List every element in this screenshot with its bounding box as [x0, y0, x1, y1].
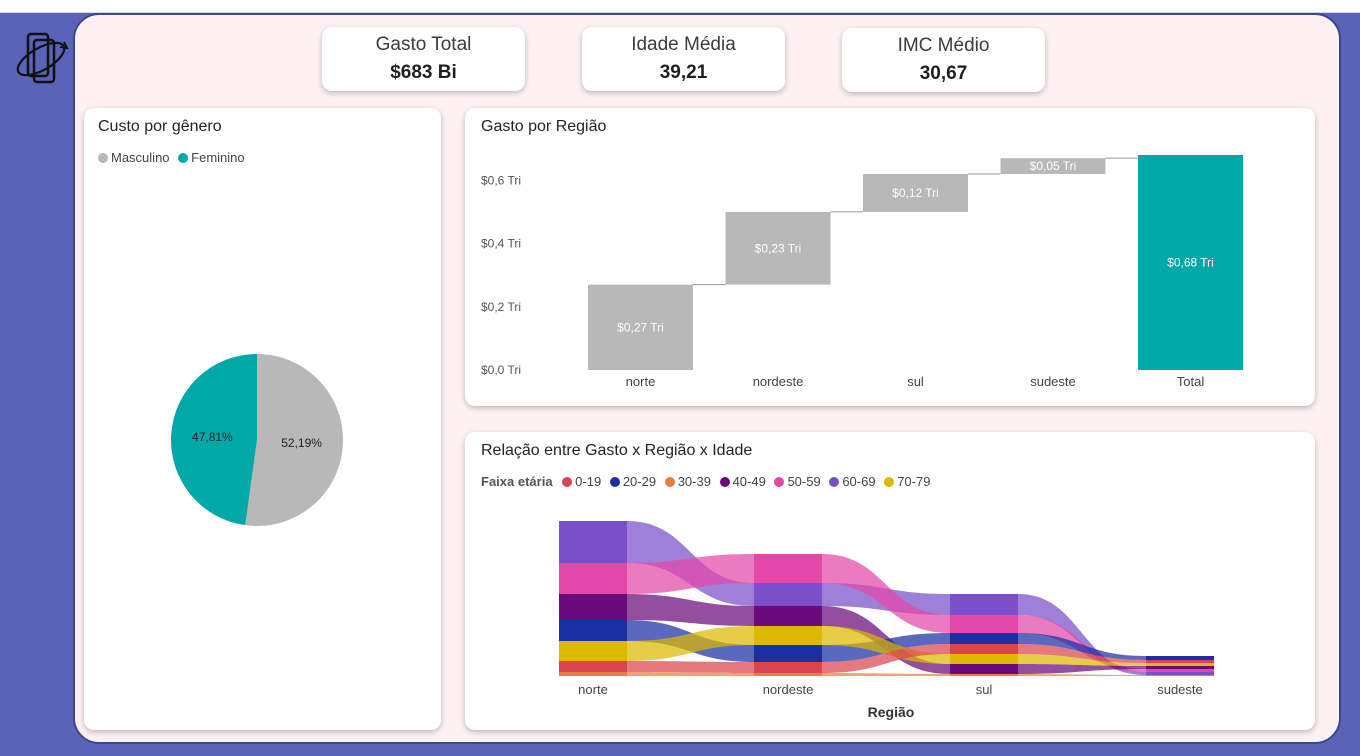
kpi-card-gasto-total[interactable]: Gasto Total $683 Bi — [322, 27, 525, 91]
window-top-strip — [0, 0, 1360, 13]
bar-value-label: $0,23 Tri — [755, 241, 802, 255]
pie-slice-label: 47,81% — [192, 430, 233, 444]
bar-value-label: $0,05 Tri — [1030, 159, 1077, 173]
ribbon-segment-30-39 — [1146, 675, 1214, 676]
region-waterfall-chart: $0,0 Tri $0,2 Tri $0,4 Tri $0,6 Tri $0,27 Tr… — [481, 155, 1243, 389]
y-tick-label: $0,4 Tri — [481, 237, 521, 251]
kpi-value: 30,67 — [919, 63, 968, 84]
x-axis-title: Região — [868, 704, 915, 720]
ribbon-segment-50-59 — [559, 563, 627, 594]
ribbon-segment-70-79 — [754, 626, 822, 645]
kpi-value: 39,21 — [659, 62, 708, 83]
x-category-label: Total — [1177, 374, 1205, 389]
ribbon-flow-30-39 — [822, 673, 950, 676]
ribbon-segment-40-49 — [1146, 666, 1214, 669]
ribbon-segment-50-59 — [754, 554, 822, 583]
age-region-card[interactable]: Relação entre Gasto x Região x Idade Fai… — [465, 432, 1315, 730]
bar-value-label: $0,68 Tri — [1167, 256, 1214, 270]
gender-pie-chart: 52,19% 47,81% — [171, 354, 344, 526]
ribbon-segment-60-69 — [1146, 672, 1214, 675]
ribbon-segment-0-19 — [1146, 660, 1214, 663]
gender-cost-card[interactable]: Custo por gênero Masculino Feminino 52,1… — [84, 108, 441, 730]
ribbon-segment-0-19 — [950, 644, 1018, 654]
ribbon-segment-60-69 — [754, 583, 822, 606]
y-tick-label: $0,6 Tri — [481, 173, 521, 187]
ribbon-segment-60-69 — [950, 594, 1018, 615]
x-category-label: nordeste — [763, 682, 814, 697]
x-category-label: sul — [907, 374, 924, 389]
ribbon-segment-20-29 — [1146, 656, 1214, 660]
ribbon-segment-70-79 — [559, 641, 627, 661]
ribbon-segment-0-19 — [754, 662, 822, 673]
app-logo-icon — [16, 32, 69, 84]
kpi-card-imc-medio[interactable]: IMC Médio 30,67 — [842, 28, 1045, 92]
y-tick-label: $0,0 Tri — [481, 363, 521, 377]
kpi-value: $683 Bi — [390, 62, 457, 83]
x-category-label: nordeste — [753, 374, 804, 389]
ribbon-segment-30-39 — [950, 674, 1018, 676]
bar-value-label: $0,12 Tri — [892, 186, 939, 200]
x-category-label: norte — [626, 374, 656, 389]
ribbon-segment-20-29 — [754, 645, 822, 662]
x-category-label: sudeste — [1030, 374, 1076, 389]
ribbon-flow-0-19 — [627, 661, 754, 673]
ribbon-segment-40-49 — [559, 594, 627, 620]
ribbon-segment-30-39 — [754, 673, 822, 676]
ribbon-segment-40-49 — [754, 606, 822, 626]
bar-value-label: $0,27 Tri — [617, 320, 664, 334]
ribbon-segment-20-29 — [559, 620, 627, 641]
kpi-label: Idade Média — [631, 34, 736, 55]
y-tick-label: $0,2 Tri — [481, 300, 521, 314]
kpi-label: IMC Médio — [897, 35, 990, 56]
ribbon-segment-40-49 — [950, 664, 1018, 674]
kpi-label: Gasto Total — [375, 34, 472, 55]
ribbon-segment-70-79 — [950, 654, 1018, 664]
kpi-card-idade-media[interactable]: Idade Média 39,21 — [582, 27, 785, 91]
ribbon-segment-20-29 — [950, 633, 1018, 644]
region-spend-card[interactable]: Gasto por Região $0,0 Tri $0,2 Tri $0,4 Tr… — [465, 108, 1315, 406]
x-category-label: sul — [976, 682, 993, 697]
age-region-ribbon-chart: norte nordeste sul sudeste Região — [559, 521, 1214, 720]
ribbon-segment-0-19 — [559, 661, 627, 672]
ribbon-segment-60-69 — [559, 521, 627, 563]
ribbon-flow-30-39 — [1018, 674, 1146, 676]
x-category-label: sudeste — [1157, 682, 1203, 697]
ribbon-segment-70-79 — [1146, 663, 1214, 666]
ribbon-segment-50-59 — [1146, 669, 1214, 672]
ribbon-segment-50-59 — [950, 615, 1018, 633]
x-category-label: norte — [578, 682, 608, 697]
ribbon-segment-30-39 — [559, 672, 627, 676]
pie-slice-label: 52,19% — [281, 436, 322, 450]
